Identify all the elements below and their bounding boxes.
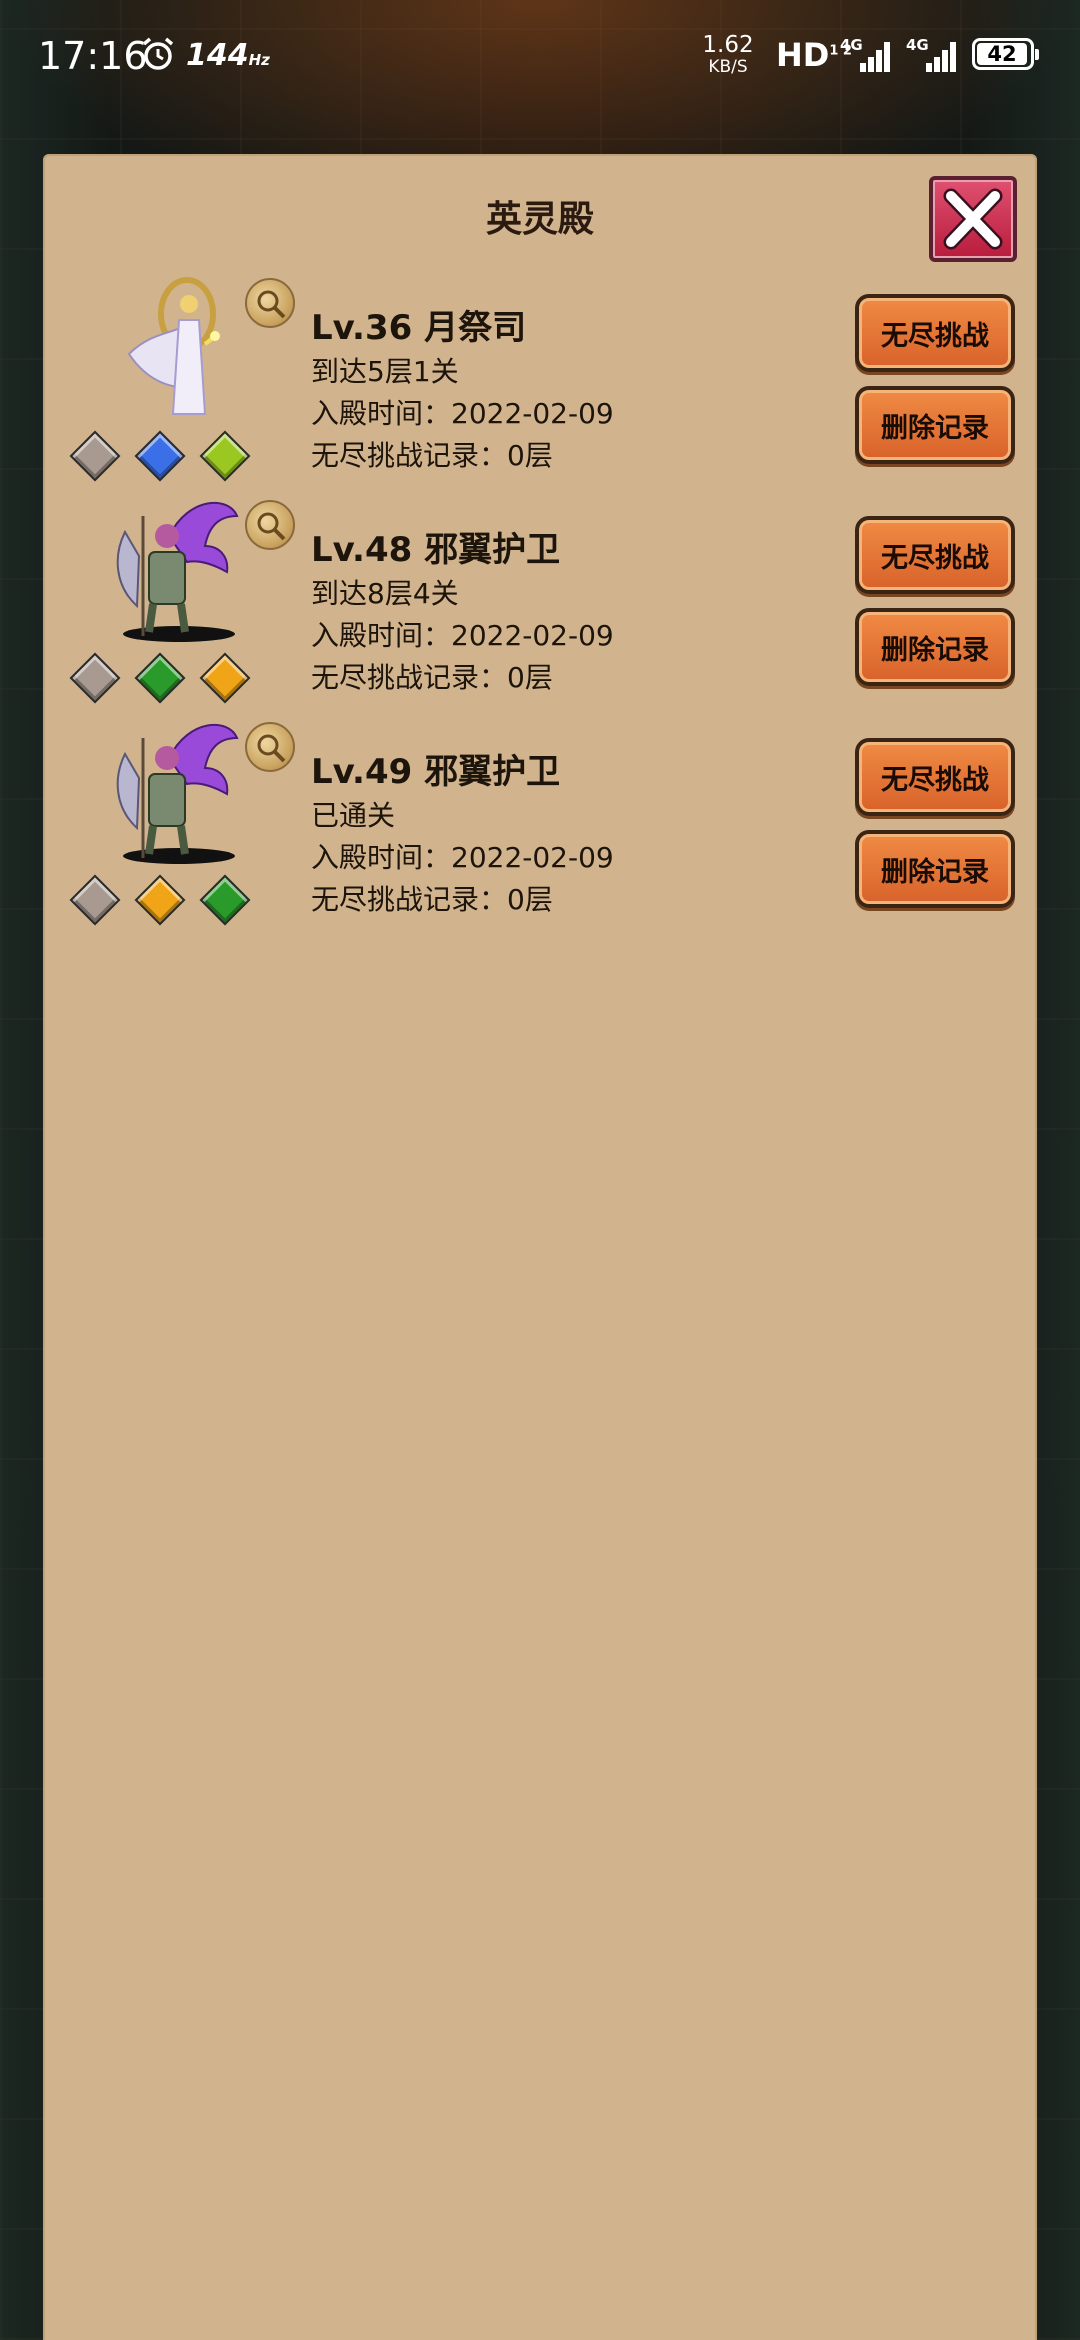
alarm-icon [142, 37, 174, 70]
gem-icon [69, 652, 121, 704]
hero-detail-button[interactable] [245, 722, 295, 772]
endless-challenge-button[interactable]: 无尽挑战 [855, 516, 1015, 594]
gem-icon [69, 874, 121, 926]
hero-entry: Lv.48 邪翼护卫 到达8层4关 入殿时间：2022-02-09 无尽挑战记录… [43, 496, 1037, 706]
hero-name: Lv.36 月祭司 [311, 308, 527, 348]
hero-gems [69, 652, 259, 704]
hero-gems [69, 874, 259, 926]
hero-enter-time: 入殿时间：2022-02-09 [311, 397, 614, 430]
gem-icon [134, 874, 186, 926]
network-speed: 1.62 KB/S [702, 32, 754, 77]
hero-gems [69, 430, 259, 482]
hero-endless-record: 无尽挑战记录：0层 [311, 883, 553, 916]
magnifier-icon [257, 290, 286, 319]
gem-icon [199, 874, 251, 926]
endless-challenge-button[interactable]: 无尽挑战 [855, 294, 1015, 372]
delete-record-button[interactable]: 删除记录 [855, 386, 1015, 464]
close-button[interactable] [929, 176, 1017, 262]
hero-progress: 已通关 [311, 799, 396, 832]
magnifier-icon [257, 512, 286, 541]
close-icon [943, 188, 1003, 250]
endless-challenge-button[interactable]: 无尽挑战 [855, 738, 1015, 816]
gem-icon [199, 430, 251, 482]
delete-record-button[interactable]: 删除记录 [855, 830, 1015, 908]
panel-title: 英灵殿 [485, 199, 594, 240]
hero-enter-time: 入殿时间：2022-02-09 [311, 841, 614, 874]
hero-entry: Lv.36 月祭司 到达5层1关 入殿时间：2022-02-09 无尽挑战记录：… [43, 274, 1037, 484]
magnifier-icon [257, 734, 286, 763]
signal-sim1-icon: 4G [840, 36, 890, 72]
hero-progress: 到达8层4关 [311, 577, 459, 610]
delete-record-button[interactable]: 删除记录 [855, 608, 1015, 686]
hero-endless-record: 无尽挑战记录：0层 [311, 439, 553, 472]
status-time: 17:16 [38, 34, 148, 78]
hero-portrait-evil-wing-guard[interactable] [109, 718, 239, 868]
gem-icon [69, 430, 121, 482]
gem-icon [199, 652, 251, 704]
hero-name: Lv.49 邪翼护卫 [311, 752, 561, 792]
hero-portrait-moon-priestess[interactable] [109, 274, 239, 424]
hall-of-heroes-panel: 英灵殿 Lv.36 月祭司 到达5层1关 入殿时间：2022-02-09 无尽挑… [43, 154, 1037, 2340]
refresh-rate: 144Hz [186, 38, 270, 73]
hero-detail-button[interactable] [245, 500, 295, 550]
hero-enter-time: 入殿时间：2022-02-09 [311, 619, 614, 652]
status-bar: 17:16 144Hz 1.62 KB/S HD1 2 4G 4G 42 [0, 0, 1080, 110]
hero-entry: Lv.49 邪翼护卫 已通关 入殿时间：2022-02-09 无尽挑战记录：0层… [43, 718, 1037, 928]
signal-sim2-icon: 4G [906, 36, 956, 72]
hero-progress: 到达5层1关 [311, 355, 459, 388]
gem-icon [134, 430, 186, 482]
battery-level: 42 [977, 43, 1027, 65]
hero-endless-record: 无尽挑战记录：0层 [311, 661, 553, 694]
hero-detail-button[interactable] [245, 278, 295, 328]
hero-name: Lv.48 邪翼护卫 [311, 530, 561, 570]
gem-icon [134, 652, 186, 704]
hero-portrait-evil-wing-guard[interactable] [109, 496, 239, 646]
battery-icon: 42 [972, 38, 1039, 70]
